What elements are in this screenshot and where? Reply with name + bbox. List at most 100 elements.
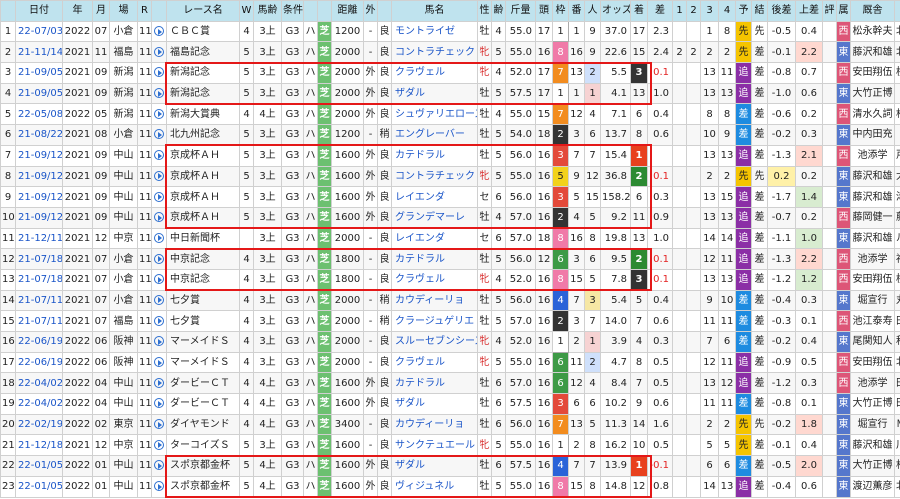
column-header-37[interactable]: 厩舎 (850, 0, 895, 22)
play-video-icon[interactable] (154, 294, 164, 305)
cell-horse[interactable]: ザダル (391, 455, 478, 477)
cell-horse[interactable]: クラヴェル (391, 268, 478, 291)
cell-date[interactable]: 21-08/22 (15, 124, 63, 146)
column-header-17[interactable]: 性 (477, 0, 492, 22)
cell-play[interactable] (151, 144, 167, 167)
cell-horse[interactable]: コントラチェック (391, 41, 478, 64)
column-header-24[interactable]: オッズ (600, 0, 631, 22)
cell-date[interactable]: 21-07/18 (15, 248, 63, 270)
table-row[interactable]: 14 21-07/11 2021 07 小倉 11 七夕賞 4 3上 G3 ハ芝 2000- 稍カウディ… (0, 289, 900, 312)
cell-horse[interactable]: スルーセブンシーズ (391, 331, 478, 353)
cell-race[interactable]: 京成杯ＡＨ (166, 165, 240, 188)
cell-horse[interactable]: レイエンダ (391, 227, 478, 250)
cell-play[interactable] (151, 41, 167, 64)
table-row[interactable]: 4 21-09/05 2021 09 新潟 11 新潟記念 5 3上 G3 ハ芝 2000 外良ザダル牡… (0, 82, 900, 105)
cell-horse[interactable]: コントラチェック (391, 165, 478, 188)
column-header-15[interactable] (377, 0, 392, 22)
cell-race[interactable]: 京成杯ＡＨ (166, 186, 240, 208)
cell-race[interactable]: 七夕賞 (166, 289, 240, 312)
column-header-26[interactable]: 差 (647, 0, 673, 22)
cell-horse[interactable]: エングレーバー (391, 124, 478, 146)
cell-play[interactable] (151, 331, 167, 353)
play-video-icon[interactable] (154, 315, 164, 326)
cell-play[interactable] (151, 20, 167, 43)
play-video-icon[interactable] (154, 253, 164, 264)
table-row[interactable]: 5 22-05/08 2022 05 新潟 11 新潟大賞典 4 4上 G3 ハ芝 2000 外良シュヴ… (0, 103, 900, 126)
play-video-icon[interactable] (154, 88, 164, 99)
cell-race[interactable]: 京成杯ＡＨ (166, 144, 240, 167)
column-header-32[interactable]: 結 (751, 0, 768, 22)
cell-horse[interactable]: モントライゼ (391, 20, 478, 43)
column-header-20[interactable]: 頭 (535, 0, 553, 22)
cell-race[interactable]: 中日新聞杯 (166, 227, 240, 250)
play-video-icon[interactable] (154, 481, 164, 492)
play-video-icon[interactable] (154, 108, 164, 119)
column-header-25[interactable]: 着 (630, 0, 648, 22)
cell-date[interactable]: 21-07/11 (15, 310, 63, 332)
column-header-34[interactable]: 上差 (795, 0, 823, 22)
play-video-icon[interactable] (154, 439, 164, 450)
cell-horse[interactable]: クラヴェル (391, 351, 478, 374)
play-video-icon[interactable] (154, 419, 164, 430)
cell-horse[interactable]: サンクテュエール (391, 434, 478, 457)
column-header-21[interactable]: 枠 (552, 0, 569, 22)
table-row[interactable]: 12 21-07/18 2021 07 小倉 11 中京記念 4 3上 G3 ハ芝 1800- 良カテド… (0, 248, 900, 270)
play-video-icon[interactable] (154, 357, 164, 368)
column-header-28[interactable]: 2 (686, 0, 701, 22)
cell-play[interactable] (151, 227, 167, 250)
cell-date[interactable]: 22-02/19 (15, 413, 63, 436)
cell-horse[interactable]: カテドラル (391, 372, 478, 395)
cell-play[interactable] (151, 351, 167, 374)
cell-date[interactable]: 22-07/03 (15, 20, 63, 43)
cell-play[interactable] (151, 62, 167, 84)
column-header-9[interactable]: 馬齢 (253, 0, 282, 22)
cell-date[interactable]: 21-09/12 (15, 165, 63, 188)
cell-horse[interactable]: レイエンダ (391, 186, 478, 208)
column-header-16[interactable]: 馬名 (391, 0, 478, 22)
cell-horse[interactable]: ヴィジュネル (391, 475, 478, 498)
cell-horse[interactable]: ザダル (391, 82, 478, 105)
column-header-0[interactable] (0, 0, 16, 22)
play-video-icon[interactable] (154, 191, 164, 202)
table-row[interactable]: 7 21-09/12 2021 09 中山 11 京成杯ＡＨ 5 3上 G3 ハ芝 1600 外良カテド… (0, 144, 900, 167)
column-header-11[interactable] (303, 0, 318, 22)
table-row[interactable]: 11 21-12/11 2021 12 中京 11 中日新聞杯 3上 G3 ハ芝 2000- 良レイエ… (0, 227, 900, 250)
cell-play[interactable] (151, 103, 167, 126)
play-video-icon[interactable] (154, 377, 164, 388)
cell-date[interactable]: 22-04/02 (15, 372, 63, 395)
column-header-4[interactable]: 場 (109, 0, 138, 22)
column-header-8[interactable]: W (239, 0, 254, 22)
cell-play[interactable] (151, 268, 167, 291)
cell-race[interactable]: 新潟大賞典 (166, 103, 240, 126)
column-header-7[interactable]: レース名 (166, 0, 240, 22)
column-header-14[interactable]: 外 (363, 0, 378, 22)
column-header-38[interactable]: 騎手 (894, 0, 900, 22)
column-header-29[interactable]: 3 (700, 0, 719, 22)
table-row[interactable]: 9 21-09/12 2021 09 中山 11 京成杯ＡＨ 5 3上 G3 ハ芝 1600 外良レイエ… (0, 186, 900, 208)
cell-date[interactable]: 22-06/19 (15, 351, 63, 374)
cell-date[interactable]: 21-09/12 (15, 186, 63, 208)
column-header-23[interactable]: 人 (584, 0, 601, 22)
play-video-icon[interactable] (154, 398, 164, 409)
cell-race[interactable]: スポ京都金杯 (166, 455, 240, 477)
column-header-1[interactable]: 日付 (15, 0, 63, 22)
cell-play[interactable] (151, 455, 167, 477)
cell-date[interactable]: 22-05/08 (15, 103, 63, 126)
column-header-31[interactable]: 予 (735, 0, 752, 22)
cell-play[interactable] (151, 165, 167, 188)
table-row[interactable]: 10 21-09/12 2021 09 中山 11 京成杯ＡＨ 5 3上 G3 ハ芝 1600 外良グラ… (0, 206, 900, 229)
play-video-icon[interactable] (154, 67, 164, 78)
play-video-icon[interactable] (154, 46, 164, 57)
table-row[interactable]: 17 22-06/19 2022 06 阪神 11 マーメイドＳ 4 3上 G3 ハ芝 2000- 良ク… (0, 351, 900, 374)
cell-race[interactable]: 新潟記念 (166, 82, 240, 105)
cell-date[interactable]: 21-11/14 (15, 41, 63, 64)
cell-horse[interactable]: ザダル (391, 393, 478, 415)
cell-horse[interactable]: シュヴァリエローズ (391, 103, 478, 126)
cell-date[interactable]: 21-09/05 (15, 82, 63, 105)
cell-race[interactable]: 中京記念 (166, 248, 240, 270)
cell-date[interactable]: 21-07/18 (15, 268, 63, 291)
play-video-icon[interactable] (154, 26, 164, 37)
cell-race[interactable]: マーメイドＳ (166, 331, 240, 353)
cell-date[interactable]: 21-09/05 (15, 62, 63, 84)
play-video-icon[interactable] (154, 212, 164, 223)
